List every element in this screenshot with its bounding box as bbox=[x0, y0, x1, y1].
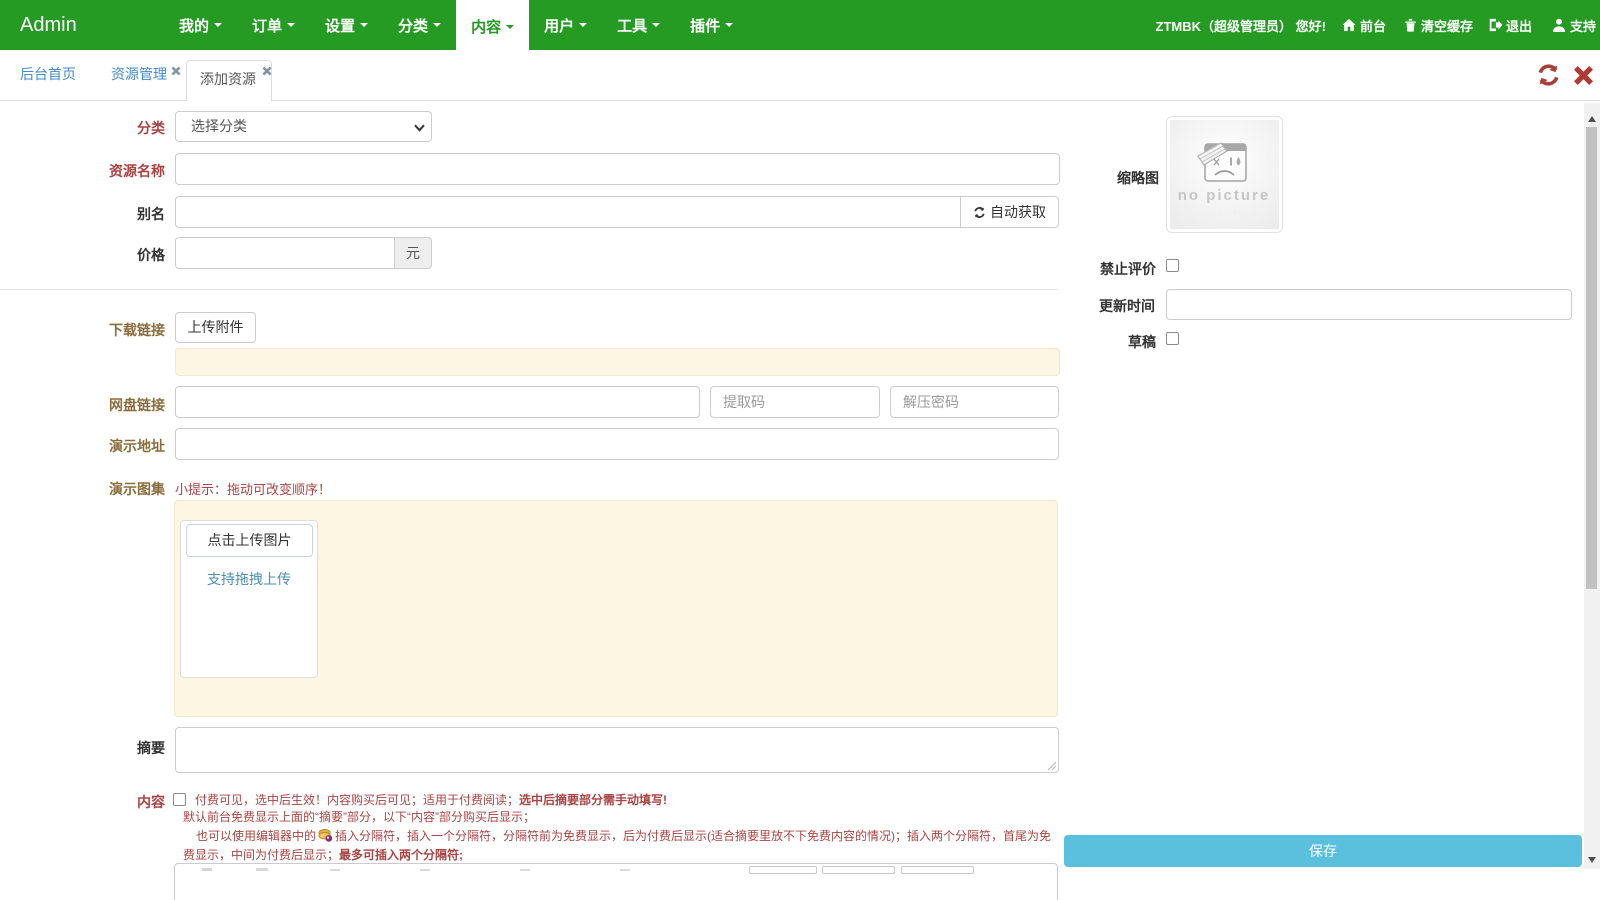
svg-text:no picture: no picture bbox=[1178, 187, 1271, 204]
svg-text:no picture: no picture bbox=[1183, 207, 1266, 222]
